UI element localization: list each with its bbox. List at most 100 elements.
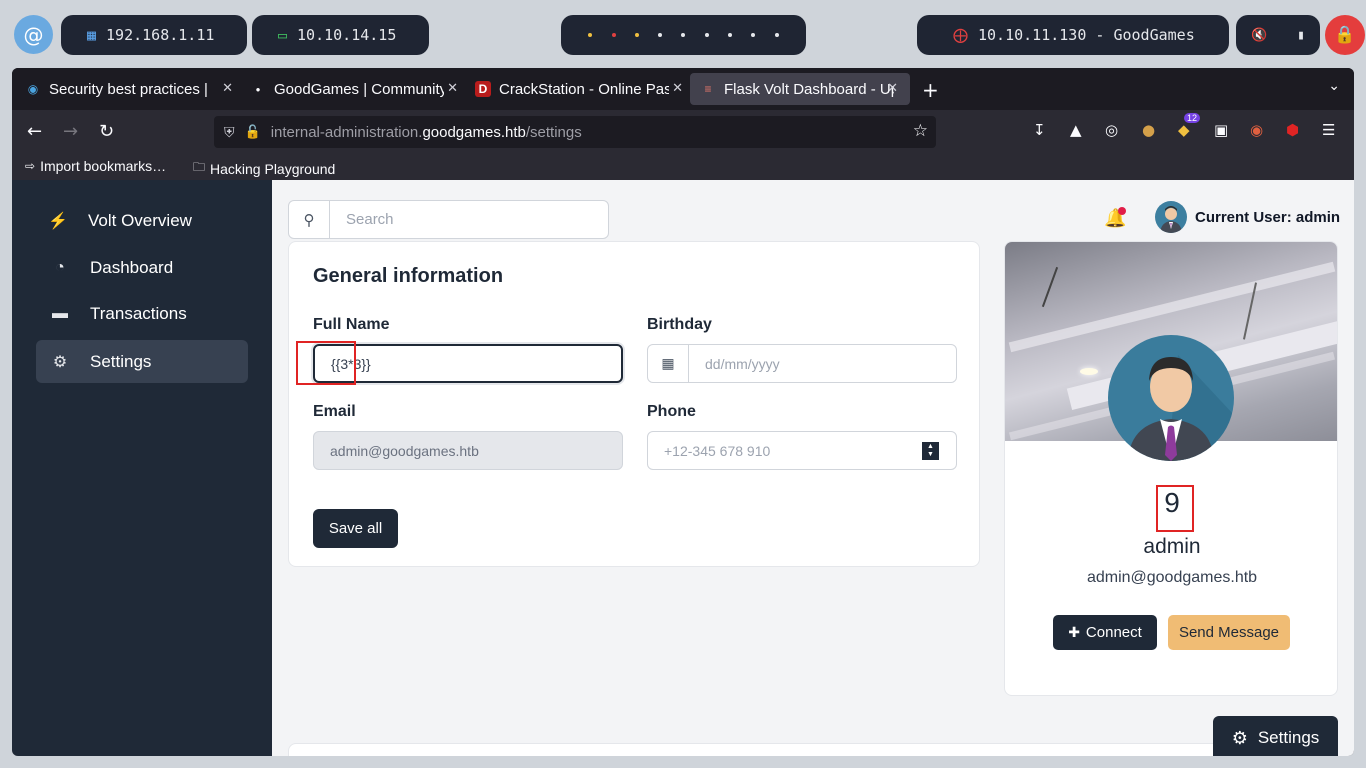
folder-icon: 🗀 (193, 160, 206, 174)
menu-icon[interactable]: ☰ (1322, 121, 1335, 139)
search-input[interactable] (331, 201, 601, 238)
wappalyzer-icon[interactable]: ▣ (1214, 121, 1228, 139)
bookmarks-toolbar: ⇨ Import bookmarks… 🗀 Hacking Playground (12, 154, 1354, 180)
number-stepper-icon[interactable]: ▲ ▼ (922, 442, 939, 460)
shield-icon[interactable]: ⛨ (224, 124, 235, 141)
tab-crackstation[interactable]: D CrackStation - Online Pas ✕ (465, 73, 695, 105)
general-information-card: General information Full Name Birthday ▦… (288, 241, 980, 567)
local-ip-text: 192.168.1.11 (106, 26, 215, 44)
card-title: General information (313, 265, 504, 287)
workspace-indicator[interactable] (561, 15, 806, 55)
current-user-label[interactable]: Current User: admin (1195, 209, 1340, 226)
browser-window: ◉ Security best practices | ✕ ● GoodGame… (12, 68, 1354, 756)
profile-avatar (1108, 335, 1234, 461)
system-top-bar: @ ▦ 192.168.1.11 ▭ 10.10.14.15 ⨁ 10.10.1… (0, 0, 1366, 68)
close-tab-icon[interactable]: ✕ (222, 80, 233, 96)
reload-icon[interactable]: ↻ (99, 121, 114, 142)
new-tab-icon[interactable]: + (922, 78, 939, 102)
notification-dot (1118, 207, 1126, 215)
save-all-button[interactable]: Save all (313, 509, 398, 548)
close-tab-icon[interactable]: ✕ (447, 80, 458, 96)
url-bar[interactable]: ⛨ 🔓 internal-administration. goodgames.ht… (214, 116, 936, 148)
pie-chart-icon: ◔ (55, 258, 65, 276)
birthday-label: Birthday (647, 316, 712, 333)
vpn-ip-pill: ▭ 10.10.14.15 (252, 15, 429, 55)
hackbar-icon[interactable]: ◉ (1250, 121, 1263, 139)
settings-floating-button[interactable]: ⚙ Settings (1213, 716, 1338, 756)
send-message-button[interactable]: Send Message (1168, 615, 1290, 650)
url-subdomain: internal-administration. (270, 123, 423, 141)
tab-security-best-practices[interactable]: ◉ Security best practices | ✕ (15, 73, 245, 105)
foxyproxy-icon[interactable]: ◎ (1105, 121, 1118, 139)
user-plus-icon: ✚ (1068, 624, 1080, 640)
tab-goodgames[interactable]: ● GoodGames | Community an ✕ (240, 73, 470, 105)
sidebar-item-dashboard[interactable]: ◔ Dashboard (36, 246, 248, 289)
target-pill: ⨁ 10.10.11.130 - GoodGames (917, 15, 1229, 55)
avatar[interactable] (1155, 201, 1187, 233)
birthday-input[interactable] (648, 345, 956, 382)
full-name-input[interactable] (315, 346, 621, 381)
profile-card: 9 admin admin@goodgames.htb ✚ Connect Se… (1004, 241, 1338, 696)
extensions-icon[interactable]: ▲ (1070, 121, 1082, 139)
sidebar-item-settings[interactable]: ⚙ Settings (36, 340, 248, 383)
email-label: Email (313, 403, 356, 420)
profile-email: admin@goodgames.htb (1086, 569, 1258, 586)
bolt-icon: ⚡ (48, 212, 68, 230)
close-tab-icon[interactable]: ✕ (672, 80, 683, 96)
local-ip-pill: ▦ 192.168.1.11 (61, 15, 247, 55)
network-icon: ▦ (87, 26, 97, 44)
credit-card-icon: ▬ (52, 304, 68, 322)
phone-field: ▲▼ (647, 431, 957, 470)
firefox-icon: ◉ (27, 82, 39, 96)
url-path: /settings (525, 123, 582, 141)
gear-icon: ⚙ (52, 353, 68, 371)
debian-logo-icon[interactable]: @ (14, 15, 53, 54)
calendar-icon[interactable]: ▦ (648, 345, 689, 382)
bookmark-hacking-playground[interactable]: 🗀 Hacking Playground (193, 158, 335, 179)
search-bar: ⚲ (288, 200, 609, 239)
search-icon[interactable]: ⚲ (289, 201, 330, 238)
target-text: 10.10.11.130 - GoodGames (978, 26, 1195, 44)
dot-icon: ● (255, 84, 261, 94)
phone-input[interactable] (648, 432, 956, 469)
crackstation-icon: D (475, 81, 491, 97)
full-name-label: Full Name (313, 316, 390, 333)
tab-bar: ◉ Security best practices | ✕ ● GoodGame… (12, 68, 1354, 110)
profile-username: admin (1143, 535, 1201, 558)
battery-icon[interactable]: ▮ (1297, 28, 1305, 43)
target-icon: ⨁ (953, 26, 968, 44)
bookmark-import[interactable]: ⇨ Import bookmarks… (25, 158, 166, 174)
import-icon: ⇨ (25, 159, 36, 173)
list-tabs-icon[interactable]: ⌄ (1328, 78, 1340, 94)
connection-lock-icon[interactable]: 🔓 (245, 124, 261, 140)
connect-button[interactable]: ✚ Connect (1053, 615, 1157, 650)
cookie-icon[interactable]: ● (1142, 121, 1155, 139)
gear-icon: ⚙ (1231, 727, 1248, 748)
sidebar-item-volt-overview[interactable]: ⚡ Volt Overview (36, 199, 248, 242)
bottom-card (288, 743, 1338, 756)
lock-icon[interactable]: 🔒 (1325, 15, 1365, 55)
python-icon[interactable]: ◆ (1178, 121, 1190, 139)
navigation-toolbar: ← → ↻ ⛨ 🔓 internal-administration. goodga… (12, 110, 1354, 154)
highlight-box-payload (296, 341, 356, 385)
birthday-field: ▦ (647, 344, 957, 383)
mute-icon[interactable]: 🔇 (1251, 28, 1267, 43)
extension-badge: 12 (1184, 113, 1201, 123)
back-icon[interactable]: ← (27, 121, 42, 142)
ublock-icon[interactable]: ⬢ (1286, 121, 1299, 139)
email-field (313, 431, 623, 470)
tab-flask-volt[interactable]: ≡ Flask Volt Dashboard - Up ✕ (690, 73, 910, 105)
laptop-icon: ▭ (278, 26, 288, 44)
close-tab-icon[interactable]: ✕ (887, 80, 898, 96)
forward-icon[interactable]: → (63, 121, 78, 142)
page-content: ⚡ Volt Overview ◔ Dashboard ▬ Transactio… (12, 180, 1354, 756)
status-pill: 🔇 ▮ (1236, 15, 1320, 55)
sidebar: ⚡ Volt Overview ◔ Dashboard ▬ Transactio… (12, 180, 272, 756)
downloads-icon[interactable]: ↧ (1033, 121, 1046, 139)
rendered-full-name: 9 (1164, 487, 1180, 518)
bookmark-star-icon[interactable]: ☆ (913, 121, 928, 141)
sidebar-item-transactions[interactable]: ▬ Transactions (36, 292, 248, 335)
flask-icon: ≡ (704, 82, 712, 96)
email-input[interactable] (314, 432, 622, 469)
vpn-ip-text: 10.10.14.15 (297, 26, 397, 44)
